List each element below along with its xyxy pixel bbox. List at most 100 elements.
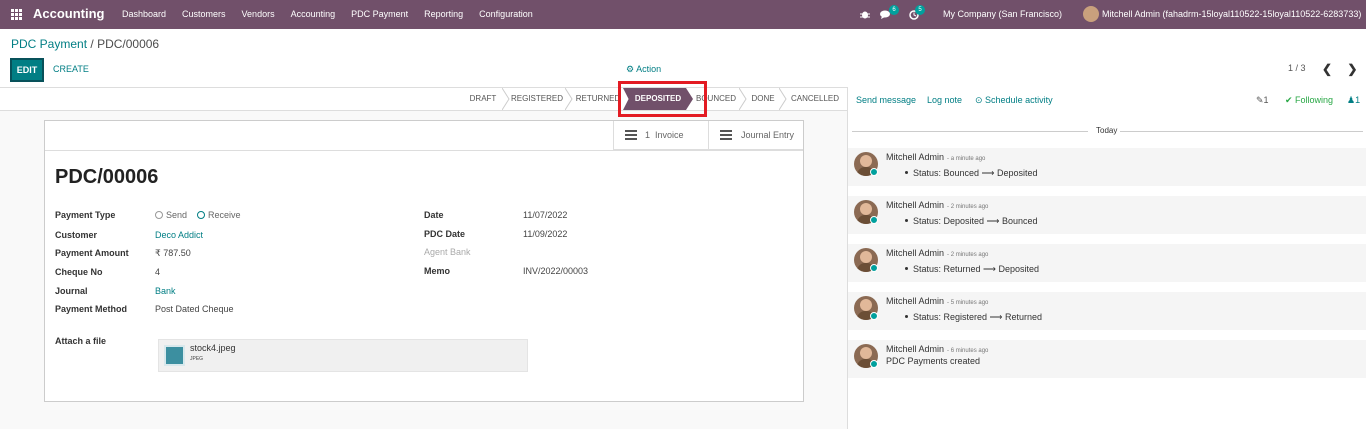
menu-configuration[interactable]: Configuration <box>471 0 541 29</box>
user-avatar[interactable] <box>1083 6 1099 22</box>
menu-dashboard[interactable]: Dashboard <box>114 0 174 29</box>
schedule-activity-button[interactable]: ⊙ Schedule activity <box>975 95 1053 106</box>
user-icon: ♟ <box>1347 95 1356 105</box>
online-status-icon <box>870 216 878 224</box>
message-author[interactable]: Mitchell Admin - 2 minutes ago <box>886 248 988 258</box>
customer-label: Customer <box>55 230 98 240</box>
journal-value[interactable]: Bank <box>155 286 176 296</box>
journal-entry-smart-button[interactable]: Journal Entry <box>708 121 803 150</box>
online-status-icon <box>870 312 878 320</box>
stage-separator-icon <box>739 88 747 110</box>
bug-icon[interactable] <box>860 10 870 19</box>
payment-type-send[interactable]: Send <box>155 210 187 220</box>
stage-returned[interactable]: RETURNED <box>573 88 623 110</box>
payment-amount-value: ₹ 787.50 <box>155 248 191 258</box>
pager-prev-icon[interactable]: ❮ <box>1322 62 1332 76</box>
menu-pdc-payment[interactable]: PDC Payment <box>343 0 416 29</box>
divider <box>852 131 1088 132</box>
online-status-icon <box>870 264 878 272</box>
author-name: Mitchell Admin <box>886 248 945 258</box>
attachments-counter[interactable]: ✎1 <box>1256 95 1269 106</box>
author-name: Mitchell Admin <box>886 152 945 162</box>
chatter-message: Mitchell Admin - 2 minutes ago Status: De… <box>848 196 1366 234</box>
button-box-divider <box>45 150 803 151</box>
stage-separator-icon <box>502 88 510 110</box>
payment-method-label: Payment Method <box>55 304 128 314</box>
following-button[interactable]: ✔ Following <box>1285 95 1333 106</box>
message-author[interactable]: Mitchell Admin - 2 minutes ago <box>886 200 988 210</box>
divider <box>1120 131 1363 132</box>
pdc-date-value: 11/09/2022 <box>523 229 568 239</box>
send-message-button[interactable]: Send message <box>856 95 916 105</box>
breadcrumb-current: PDC/00006 <box>97 37 160 51</box>
date-label: Date <box>424 210 444 220</box>
message-time: - 2 minutes ago <box>947 204 989 210</box>
record-title: PDC/00006 <box>55 166 159 188</box>
cheque-no-value: 4 <box>155 267 161 277</box>
menu-reporting[interactable]: Reporting <box>416 0 471 29</box>
chatter-panel: Send message Log note ⊙ Schedule activit… <box>847 87 1366 429</box>
company-switcher[interactable]: My Company (San Francisco) <box>943 0 1062 29</box>
message-time: - 2 minutes ago <box>947 252 989 258</box>
message-author[interactable]: Mitchell Admin - 5 minutes ago <box>886 296 988 306</box>
message-author[interactable]: Mitchell Admin - 6 minutes ago <box>886 344 988 354</box>
followers-count: 1 <box>1355 95 1361 105</box>
date-separator: Today <box>848 125 1366 137</box>
pager-value[interactable]: 1 / 3 <box>1288 63 1306 73</box>
bullet-icon <box>905 315 908 318</box>
invoice-count: 1 <box>645 130 651 140</box>
menu-vendors[interactable]: Vendors <box>234 0 283 29</box>
message-body: Status: Registered ⟶ Returned <box>913 312 1042 322</box>
highlight-annotation-box <box>618 81 707 117</box>
online-status-icon <box>870 360 878 368</box>
chatter-message: Mitchell Admin - 6 minutes ago PDC Paymen… <box>848 340 1366 378</box>
customer-value[interactable]: Deco Addict <box>155 230 203 240</box>
stage-done[interactable]: DONE <box>748 88 778 110</box>
message-body: Status: Bounced ⟶ Deposited <box>913 168 1038 178</box>
chatter-message: Mitchell Admin - 5 minutes ago Status: Re… <box>848 292 1366 330</box>
menu-accounting[interactable]: Accounting <box>283 0 344 29</box>
chatter-message: Mitchell Admin - a minute ago Status: Bou… <box>848 148 1366 186</box>
top-navbar: Accounting Dashboard Customers Vendors A… <box>0 0 1366 29</box>
log-note-button[interactable]: Log note <box>927 95 962 105</box>
message-author[interactable]: Mitchell Admin - a minute ago <box>886 152 985 162</box>
create-button[interactable]: CREATE <box>53 64 89 74</box>
invoice-smart-button[interactable]: 1 Invoice <box>613 121 708 150</box>
pager-next-icon[interactable]: ❯ <box>1347 62 1357 76</box>
stage-draft[interactable]: DRAFT <box>464 88 502 110</box>
edit-button[interactable]: EDIT <box>10 58 44 82</box>
main-menu: Dashboard Customers Vendors Accounting P… <box>114 0 541 29</box>
date-value: 11/07/2022 <box>523 210 568 220</box>
apps-menu-icon[interactable] <box>11 9 22 20</box>
app-brand[interactable]: Accounting <box>33 6 105 21</box>
payment-type-send-label: Send <box>166 210 188 220</box>
action-menu[interactable]: ⚙ Action <box>626 64 661 75</box>
messages-count-badge: 6 <box>889 5 899 15</box>
payment-type-receive[interactable]: Receive <box>197 210 241 220</box>
bullet-icon <box>905 171 908 174</box>
statusbar: DRAFT REGISTERED RETURNED DEPOSITED BOUN… <box>0 87 847 111</box>
attachment-card[interactable]: stock4.jpeg JPEG <box>158 339 528 372</box>
radio-selected-icon <box>197 211 205 219</box>
author-name: Mitchell Admin <box>886 296 945 306</box>
payment-amount-label: Payment Amount <box>55 248 129 258</box>
author-name: Mitchell Admin <box>886 200 945 210</box>
activities-count-badge: 5 <box>915 5 925 15</box>
image-file-icon <box>164 345 185 366</box>
message-body: Status: Deposited ⟶ Bounced <box>913 216 1038 226</box>
stage-cancelled[interactable]: CANCELLED <box>789 88 841 110</box>
breadcrumb: PDC Payment / PDC/00006 <box>11 37 159 51</box>
online-status-icon <box>870 168 878 176</box>
followers-counter[interactable]: ♟1 <box>1347 95 1360 106</box>
menu-customers[interactable]: Customers <box>174 0 234 29</box>
chatter-message: Mitchell Admin - 2 minutes ago Status: Re… <box>848 244 1366 282</box>
message-body: PDC Payments created <box>886 356 981 366</box>
paperclip-icon: ✎ <box>1256 95 1264 105</box>
user-menu[interactable]: Mitchell Admin (fahadrm-15loyal110522-15… <box>1102 0 1361 29</box>
payment-type-receive-label: Receive <box>208 210 241 220</box>
breadcrumb-parent[interactable]: PDC Payment <box>11 37 87 51</box>
invoice-label: Invoice <box>655 130 684 140</box>
radio-icon <box>155 211 163 219</box>
stage-registered[interactable]: REGISTERED <box>510 88 564 110</box>
memo-label: Memo <box>424 266 451 276</box>
